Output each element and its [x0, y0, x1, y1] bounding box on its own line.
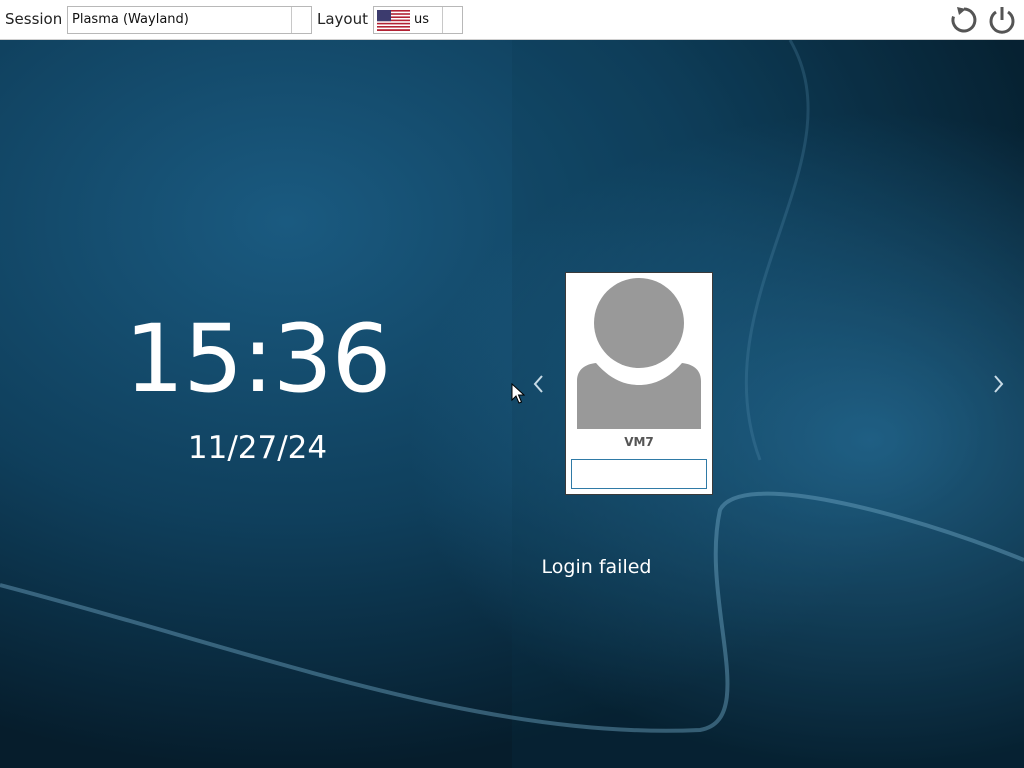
username-label: VM7 — [624, 435, 654, 449]
clock-time: 15:36 — [124, 305, 392, 414]
user-card[interactable]: VM7 — [565, 272, 713, 495]
power-icon[interactable] — [986, 4, 1018, 36]
default-user-avatar-icon — [577, 278, 701, 429]
login-status-message: Login failed — [541, 556, 652, 578]
chevron-right-icon[interactable] — [990, 373, 1006, 395]
top-bar: Session Plasma (Wayland) Layout us — [0, 0, 1024, 40]
session-selected-value: Plasma (Wayland) — [72, 12, 189, 27]
chevron-left-icon[interactable] — [531, 373, 547, 395]
session-dropdown-button[interactable] — [291, 7, 311, 33]
password-input[interactable] — [571, 459, 707, 489]
restart-icon[interactable] — [948, 4, 980, 36]
session-select[interactable]: Plasma (Wayland) — [67, 6, 312, 34]
layout-label: Layout — [317, 10, 368, 28]
layout-dropdown-button[interactable] — [442, 7, 462, 33]
clock-date: 11/27/24 — [187, 430, 328, 466]
layout-select[interactable]: us — [373, 6, 463, 34]
layout-selected-value: us — [414, 12, 430, 27]
mouse-cursor-icon — [511, 383, 525, 404]
us-flag-icon — [377, 10, 410, 31]
session-label: Session — [5, 10, 63, 28]
